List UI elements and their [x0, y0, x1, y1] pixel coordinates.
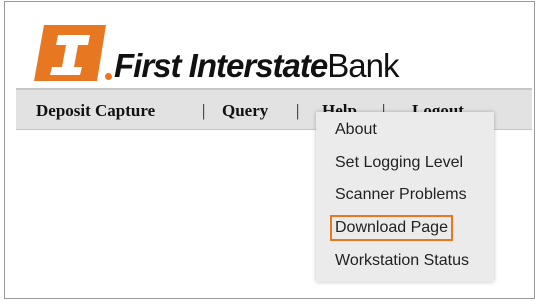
bank-logo: First InterstateBank [34, 21, 454, 91]
menu-item-label: Download Page [330, 215, 453, 241]
menu-item-label: About [335, 121, 377, 138]
menu-item-scanner-problems[interactable]: Scanner Problems [316, 181, 494, 209]
menu-item-about[interactable]: About [316, 116, 494, 144]
menu-item-label: Scanner Problems [335, 186, 467, 203]
menu-item-label: Set Logging Level [335, 154, 464, 171]
registered-dot [105, 73, 112, 80]
nav-query[interactable]: Query [222, 101, 268, 121]
menu-item-download-page[interactable]: Download Page [316, 214, 494, 242]
help-dropdown-menu: About Set Logging Level Scanner Problems… [316, 112, 494, 282]
nav-deposit-capture[interactable]: Deposit Capture [36, 101, 155, 121]
menu-item-workstation-status[interactable]: Workstation Status [316, 247, 494, 275]
menu-item-set-logging-level[interactable]: Set Logging Level [316, 149, 494, 177]
bank-name-light: Bank [327, 47, 399, 84]
nav-separator: | [202, 101, 206, 120]
first-interstate-logo-icon [34, 25, 106, 81]
menu-item-label: Workstation Status [335, 252, 469, 269]
nav-separator: | [296, 101, 300, 120]
bank-name-bold: First Interstate [114, 47, 328, 84]
bank-name: First InterstateBank [114, 47, 399, 84]
